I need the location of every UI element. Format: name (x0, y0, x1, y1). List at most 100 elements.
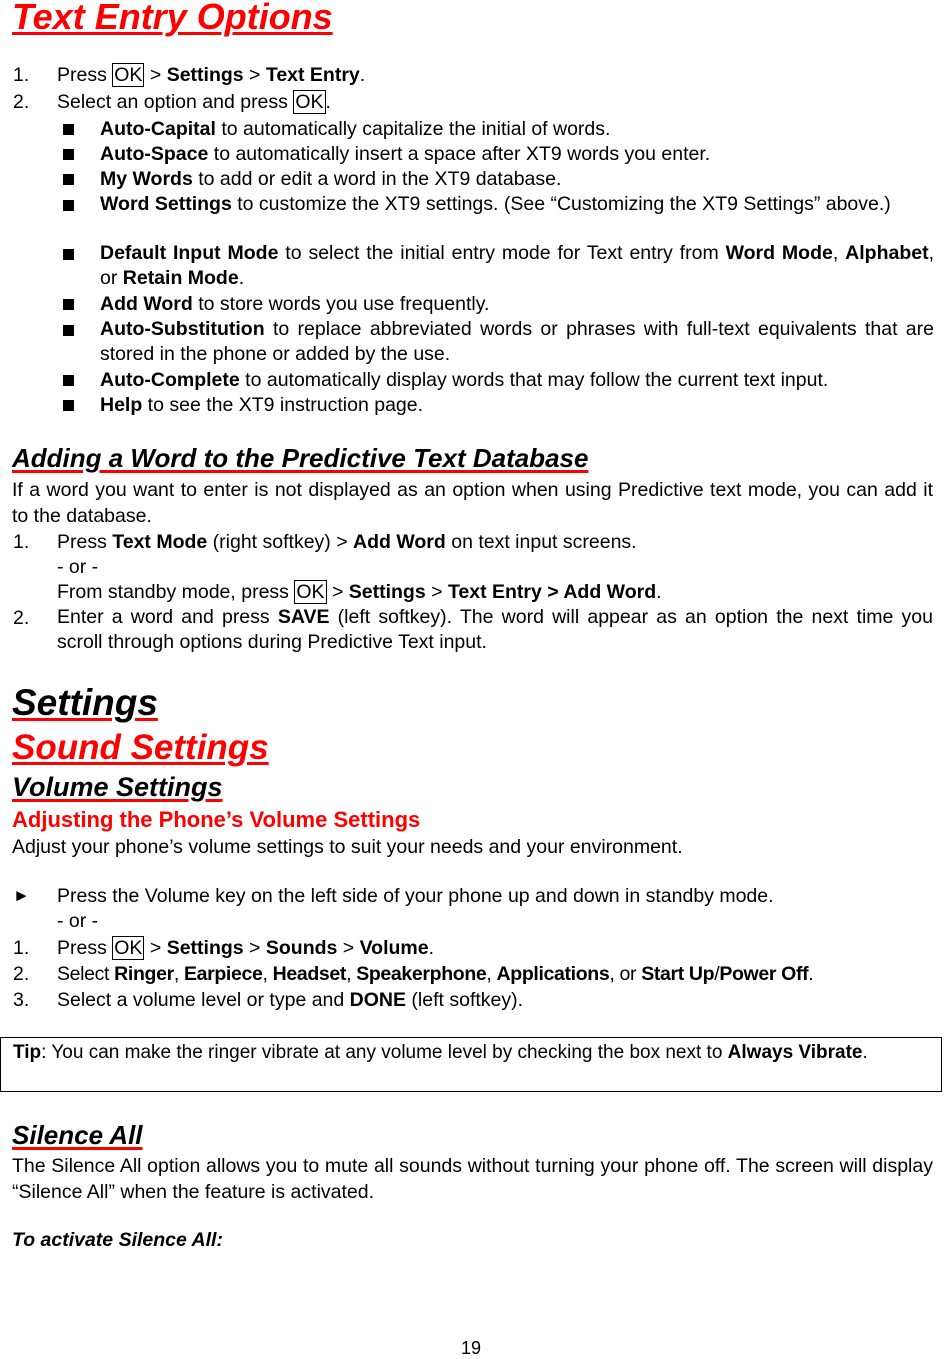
punct: . (656, 581, 662, 603)
step-number: 3. (13, 989, 30, 1011)
separator: > (326, 581, 349, 603)
step-text: Press (57, 64, 113, 86)
separator: , (346, 963, 357, 985)
square-bullet-icon (63, 299, 74, 310)
step-text: From standby mode, press (57, 581, 295, 603)
option-desc: to see the XT9 instruction page. (142, 394, 424, 416)
step-text: Press (57, 531, 113, 553)
menu-sounds: Sounds (265, 937, 338, 959)
menu-text-entry-add-word: Text Entry > Add Word (447, 581, 657, 603)
punct: . (808, 963, 814, 985)
mode-alphabet: Alphabet (845, 242, 929, 264)
always-vibrate-option: Always Vibrate (727, 1042, 863, 1063)
step-text: on text input screens. (445, 531, 637, 553)
option-term: Word Settings (100, 193, 232, 215)
option-desc: to automatically insert a space after XT… (208, 143, 711, 165)
square-bullet-icon (63, 200, 74, 211)
step-text: Enter a word and press (57, 606, 278, 628)
step-number: 1. (13, 531, 30, 553)
separator: > (144, 64, 167, 86)
option-term: Default Input Mode (100, 242, 279, 264)
square-bullet-icon (63, 249, 74, 260)
separator: > (243, 937, 266, 959)
option-term: My Words (100, 168, 193, 190)
separator: , or (609, 963, 642, 985)
option-desc: to add or edit a word in the XT9 databas… (192, 168, 562, 190)
mode-word: Word Mode (725, 242, 833, 264)
tip-body: : You can make the ringer vibrate at any… (41, 1042, 728, 1063)
subsection-title-volume-settings: Volume Settings (12, 772, 223, 802)
option-term: Auto-Complete (100, 369, 240, 391)
square-bullet-icon (63, 325, 74, 336)
done-softkey: DONE (349, 989, 407, 1011)
section-title-sound-settings: Sound Settings (12, 728, 269, 767)
heading-adjusting-volume: Adjusting the Phone’s Volume Settings (12, 807, 421, 832)
adding-word-intro: If a word you want to enter is not displ… (12, 479, 933, 527)
step-text: (left softkey). (406, 989, 524, 1011)
square-bullet-icon (63, 124, 74, 135)
option-applications: Applications (496, 963, 610, 985)
option-desc: to customize the XT9 settings. (See “Cus… (231, 193, 891, 215)
separator: , (173, 963, 184, 985)
step-number: 2. (13, 607, 30, 629)
option-start-up: Start Up (641, 963, 715, 985)
or-text: - or - (57, 556, 99, 578)
subsection-title-silence-all: Silence All (12, 1120, 143, 1150)
separator: > (425, 581, 448, 603)
activate-silence-all-heading: To activate Silence All: (12, 1229, 223, 1251)
tip-box: Tip: You can make the ringer vibrate at … (0, 1037, 942, 1092)
square-bullet-icon (63, 174, 74, 185)
option-ringer: Ringer (114, 963, 174, 985)
add-word-option: Add Word (353, 531, 446, 553)
menu-settings: Settings (166, 64, 244, 86)
step-text: Select a volume level or type and (57, 989, 350, 1011)
menu-settings: Settings (166, 937, 244, 959)
option-desc: to store words you use frequently. (192, 293, 490, 315)
option-desc: to automatically capitalize the initial … (215, 118, 611, 140)
punct: . (238, 267, 245, 289)
section-title-adding-word: Adding a Word to the Predictive Text Dat… (12, 443, 589, 473)
text-mode-softkey: Text Mode (112, 531, 208, 553)
menu-volume: Volume (359, 937, 429, 959)
square-bullet-icon (63, 400, 74, 411)
separator: > (337, 937, 360, 959)
arrow-right-icon: ► (13, 886, 30, 905)
punct: . (862, 1042, 868, 1063)
ok-key: OK (112, 63, 145, 87)
section-title-text-entry-options: Text Entry Options (12, 0, 333, 37)
adjusting-intro: Adjust your phone’s volume settings to s… (12, 836, 683, 858)
option-desc: to select the initial entry mode for Tex… (278, 242, 726, 264)
step-number: 2. (13, 91, 30, 113)
step-text: Press the Volume key on the left side of… (57, 885, 774, 907)
or-text: - or - (57, 910, 99, 932)
option-speakerphone: Speakerphone (356, 963, 487, 985)
step-text: Select an option and press (57, 91, 294, 113)
option-desc: to automatically display words that may … (239, 369, 829, 391)
save-softkey: SAVE (277, 606, 330, 628)
menu-text-entry: Text Entry (265, 64, 360, 86)
menu-settings: Settings (348, 581, 426, 603)
step-text: Press (57, 937, 113, 959)
square-bullet-icon (63, 375, 74, 386)
punct: . (325, 91, 331, 113)
punct: . (359, 64, 366, 86)
option-term: Add Word (100, 293, 193, 315)
option-term: Auto-Capital (100, 118, 216, 140)
silence-all-intro: The Silence All option allows you to mut… (12, 1155, 933, 1203)
tip-text: Tip: You can make the ringer vibrate at … (13, 1040, 918, 1065)
square-bullet-icon (63, 149, 74, 160)
separator: , (486, 963, 497, 985)
separator: , (262, 963, 273, 985)
step-number: 1. (13, 937, 30, 959)
step-text: Select (57, 963, 115, 985)
chapter-title-settings: Settings (12, 682, 158, 723)
separator: , (832, 242, 846, 264)
mode-retain: Retain Mode (122, 267, 239, 289)
separator: > (144, 937, 167, 959)
separator: > (243, 64, 266, 86)
step-text: (right softkey) > (207, 531, 354, 553)
option-term: Auto-Space (100, 143, 209, 165)
step-number: 1. (13, 64, 30, 86)
punct: . (428, 937, 434, 959)
option-headset: Headset (272, 963, 347, 985)
